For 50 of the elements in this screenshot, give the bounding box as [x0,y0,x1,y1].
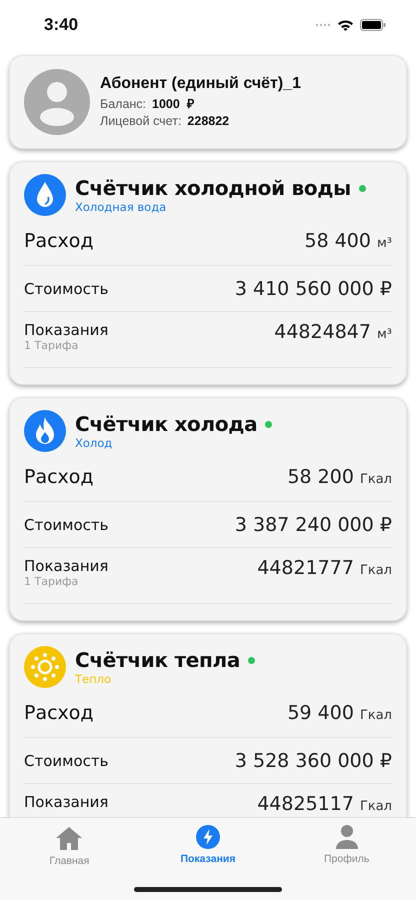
meter-type: Холодная вода [75,200,166,214]
row-label: Расход [24,230,94,252]
row-value: 58 400 [304,230,371,252]
unit-label: Гкал [360,799,392,814]
lightning-icon [196,825,220,849]
balance-value: 1000 ₽ [152,96,194,112]
status-time: 3:40 [44,15,78,35]
meter-type: Тепло [75,672,112,686]
meter-type: Холод [75,436,112,450]
row-value: 3 528 360 000 ₽ [234,750,392,772]
unit-label: Гкал [360,563,392,578]
row-value: 3 410 560 000 ₽ [234,278,392,300]
tab[interactable]: Показания [158,825,258,867]
row-value: 44821777 [257,557,354,579]
row-label: Стоимость [24,752,108,770]
unit-label: Гкал [360,708,392,722]
meter-title: Счётчик холодной воды [75,176,351,200]
account-name: Абонент (единый счёт)_1 [100,74,301,92]
row-label: Стоимость [24,516,108,534]
row-value: 59 400 [287,702,354,724]
signal-icon [315,23,331,27]
meter-card[interactable]: Счётчик холода Холод Расход 58 200 Гкал Стоимость 3 387 240 000 ₽ Показания 1 Тарифа 44821777 Гкал [9,397,407,621]
balance-label: Баланс: [100,96,146,112]
meter-card[interactable]: Счётчик холодной воды Холодная вода Расход 58 400 м³ Стоимость 3 410 560 000 ₽ Показания 1 Тарифа 44824847 м³ [9,161,407,385]
unit-label: м³ [376,236,392,250]
account-number-value: 228822 [187,112,230,130]
unit-label: м³ [376,327,392,342]
row-label: Стоимость [24,280,108,298]
person-icon [336,825,358,849]
wifi-icon [337,19,354,31]
row-value: 44825117 [257,793,354,815]
row-label: Показания [24,557,108,575]
account-card[interactable]: Абонент (единый счёт)_1 Баланс: 1000 ₽ Лицевой счет: 228822 [9,55,407,149]
house-icon [55,825,84,851]
tariff-note: 1 Тарифа [24,339,80,352]
row-label: Расход [24,466,94,488]
row-label: Расход [24,702,94,724]
unit-label: Гкал [360,472,392,486]
account-number-label: Лицевой счет: [100,112,182,130]
battery-icon [360,19,386,31]
row-value: 3 387 240 000 ₽ [234,514,392,536]
row-label: Показания [24,321,108,339]
row-label: Показания [24,793,108,811]
avatar-icon [24,69,90,135]
meter-card[interactable]: Счётчик тепла Тепло Расход 59 400 Гкал Стоимость 3 528 360 000 ₽ Показания 44825117 Гкал [9,633,407,818]
row-value: 58 200 [287,466,354,488]
meter-title: Счётчик тепла [75,648,240,672]
row-value: 44824847 [274,321,371,343]
tariff-note: 1 Тарифа [24,575,80,588]
meter-title: Счётчик холода [75,412,258,436]
